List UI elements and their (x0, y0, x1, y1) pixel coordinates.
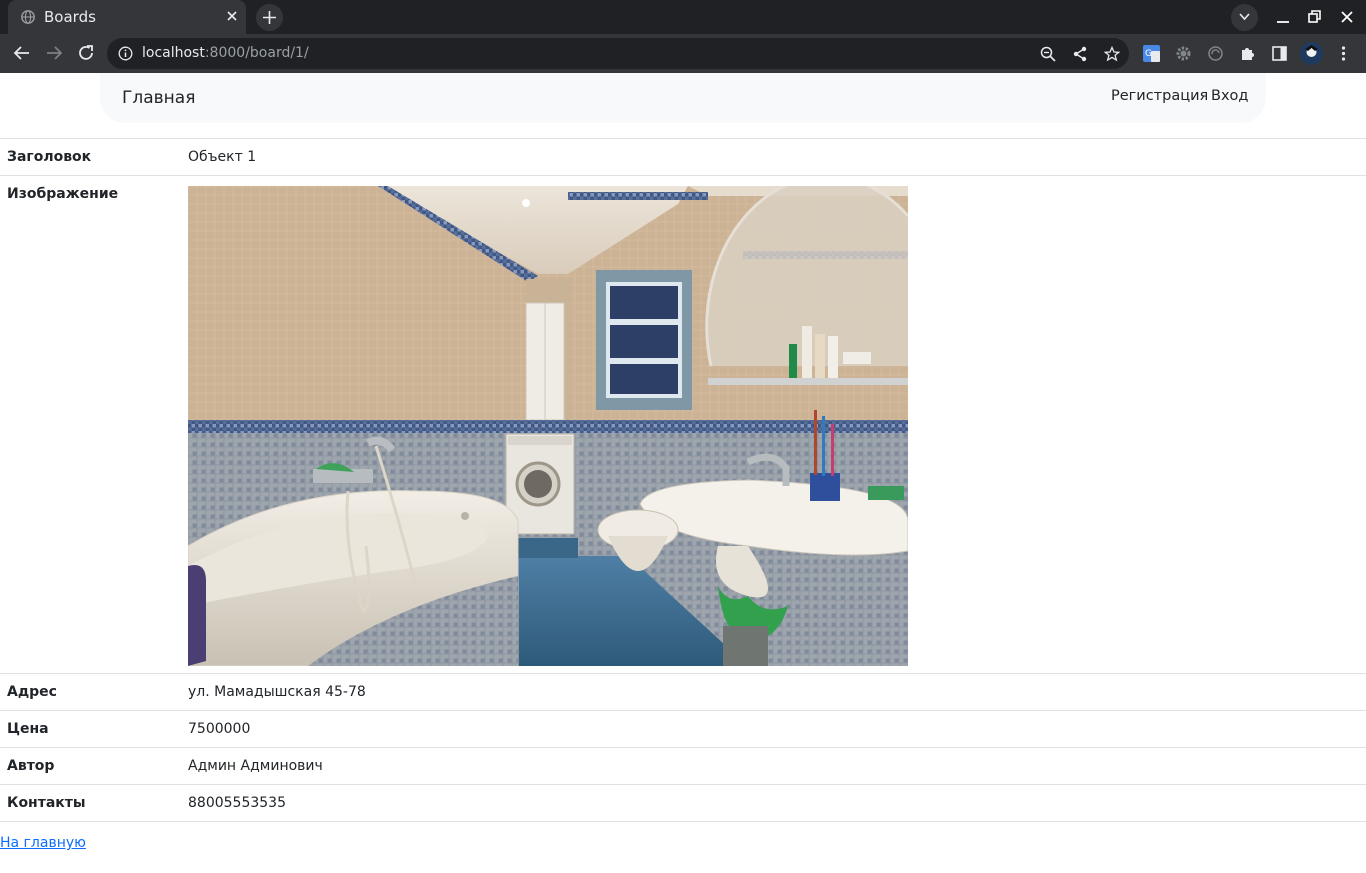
bookmark-star-icon[interactable] (1104, 46, 1120, 62)
table-row: Адрес ул. Мамадышская 45-78 (0, 673, 1366, 711)
browser-tab-strip: Boards (0, 0, 1366, 34)
chevron-down-icon (1239, 13, 1250, 21)
table-row: Контакты 88005553535 (0, 784, 1366, 822)
price-label: Цена (0, 710, 181, 748)
minimize-icon[interactable] (1275, 9, 1291, 25)
plus-icon (263, 11, 276, 24)
address-value: ул. Мамадышская 45-78 (181, 673, 1366, 711)
url-host: localhost (142, 45, 205, 61)
avatar[interactable] (1300, 42, 1323, 65)
site-navbar: Главная Регистрация Вход (100, 73, 1266, 123)
author-label: Автор (0, 747, 181, 785)
share-icon[interactable] (1072, 46, 1088, 62)
bathroom-photo (188, 186, 908, 666)
contacts-value: 88005553535 (181, 784, 1366, 822)
forward-icon[interactable] (44, 43, 64, 63)
contacts-label: Контакты (0, 784, 181, 822)
reload-icon[interactable] (76, 43, 96, 63)
tab-title: Boards (44, 8, 96, 26)
home-brand-link[interactable]: Главная (122, 88, 195, 108)
restore-icon[interactable] (1307, 9, 1323, 25)
close-icon[interactable] (224, 8, 240, 24)
globe-icon (21, 10, 35, 24)
back-to-home-link[interactable]: На главную (0, 835, 86, 851)
puzzle-icon[interactable] (1239, 45, 1256, 62)
url-path: :8000/board/1/ (204, 45, 309, 61)
image-label: Изображение (0, 175, 181, 674)
title-value: Объект 1 (181, 138, 1366, 176)
table-row: Цена 7500000 (0, 710, 1366, 748)
tab-search-button[interactable] (1231, 4, 1258, 31)
register-link[interactable]: Регистрация (1111, 88, 1208, 104)
address-label: Адрес (0, 673, 181, 711)
translate-extension-icon[interactable]: G (1143, 45, 1160, 62)
gear-icon[interactable] (1175, 45, 1192, 62)
svg-text:G: G (1145, 49, 1152, 59)
page-content: Главная Регистрация Вход Заголовок Объек… (0, 73, 1366, 873)
site-info-icon[interactable] (118, 46, 133, 61)
author-value: Админ Админович (181, 747, 1366, 785)
image-cell (181, 175, 1366, 674)
board-details-table: Заголовок Объект 1 Изображение Адрес ул.… (0, 138, 1366, 822)
side-panel-icon[interactable] (1271, 45, 1288, 62)
browser-toolbar: localhost:8000/board/1/ G (0, 34, 1366, 73)
window-close-icon[interactable] (1339, 9, 1355, 25)
browser-tab[interactable]: Boards (8, 0, 246, 34)
new-tab-button[interactable] (256, 4, 283, 31)
table-row: Заголовок Объект 1 (0, 138, 1366, 176)
address-bar[interactable]: localhost:8000/board/1/ (107, 38, 1129, 69)
table-row: Изображение (0, 175, 1366, 674)
url-text[interactable]: localhost:8000/board/1/ (142, 45, 309, 61)
back-icon[interactable] (12, 43, 32, 63)
menu-kebab-icon[interactable] (1335, 45, 1352, 62)
sync-extension-icon[interactable] (1207, 45, 1224, 62)
price-value: 7500000 (181, 710, 1366, 748)
table-row: Автор Админ Админович (0, 747, 1366, 785)
login-link[interactable]: Вход (1211, 88, 1248, 104)
title-label: Заголовок (0, 138, 181, 176)
zoom-out-icon[interactable] (1040, 46, 1056, 62)
